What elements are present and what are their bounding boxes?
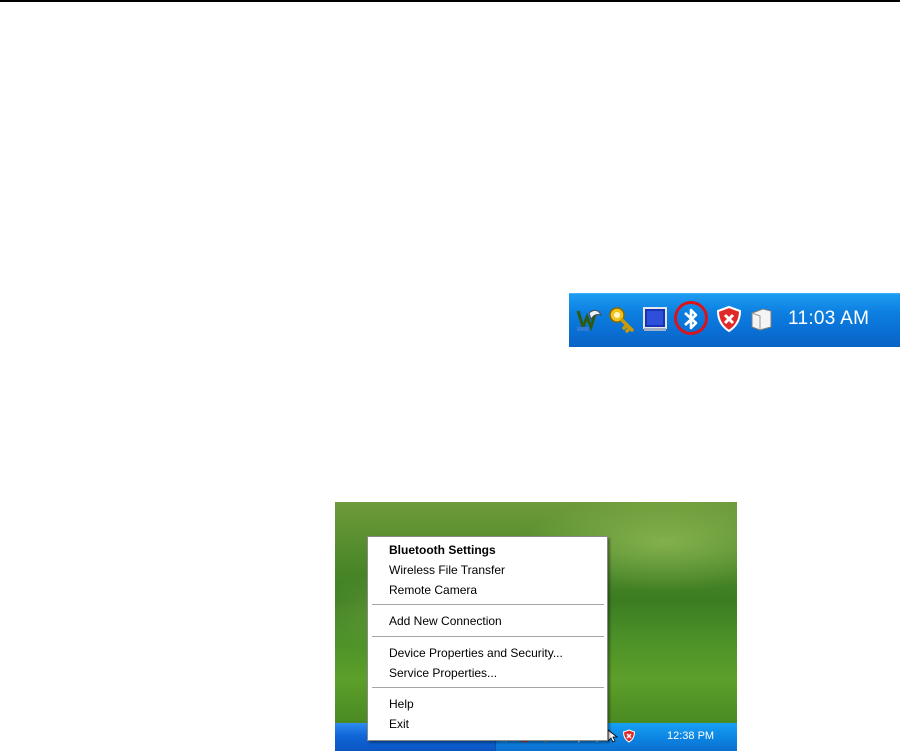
menu-separator [372, 687, 604, 688]
taskbar-clock[interactable]: 12:38 PM [667, 730, 714, 742]
menu-item-service-properties[interactable]: Service Properties... [389, 664, 497, 682]
menu-item-bluetooth-settings[interactable]: Bluetooth Settings [389, 541, 496, 559]
security-shield-icon[interactable] [622, 729, 636, 743]
key-icon[interactable] [607, 305, 635, 333]
menu-item-wireless-file-transfer[interactable]: Wireless File Transfer [389, 561, 505, 579]
bluetooth-highlight-circle [674, 301, 708, 335]
menu-item-add-new-connection[interactable]: Add New Connection [389, 612, 502, 630]
desktop-screenshot: 12:38 PM Bluetooth Settings Wireless Fil… [335, 502, 737, 751]
menu-item-remote-camera[interactable]: Remote Camera [389, 581, 477, 599]
system-tray-closeup: 11:03 AM [569, 293, 900, 347]
top-rule [0, 0, 900, 2]
bluetooth-context-menu: Bluetooth Settings Wireless File Transfe… [367, 536, 608, 741]
menu-separator [372, 636, 604, 637]
menu-item-device-properties[interactable]: Device Properties and Security... [389, 644, 563, 662]
network-wizard-icon[interactable] [575, 305, 603, 333]
menu-item-exit[interactable]: Exit [389, 715, 409, 733]
tray-clock[interactable]: 11:03 AM [788, 308, 869, 330]
mouse-pointer-icon [607, 729, 619, 743]
security-shield-icon[interactable] [715, 305, 743, 333]
menu-separator [372, 604, 604, 605]
folder-icon[interactable] [747, 305, 775, 333]
monitor-icon[interactable] [641, 305, 669, 333]
menu-item-help[interactable]: Help [389, 695, 414, 713]
